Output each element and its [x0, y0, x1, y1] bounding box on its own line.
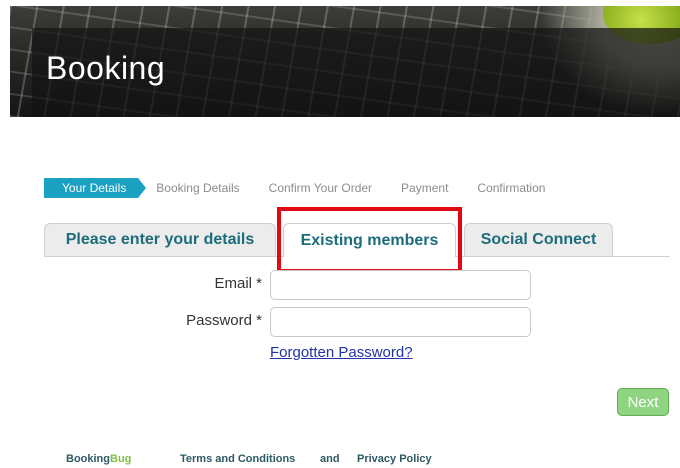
step-your-details: Your Details	[44, 178, 147, 198]
email-field[interactable]	[270, 270, 531, 300]
tab-enter-details[interactable]: Please enter your details	[44, 223, 276, 256]
step-confirmation: Confirmation	[477, 181, 546, 195]
email-label: Email *	[214, 275, 262, 292]
tab-social-connect[interactable]: Social Connect	[464, 223, 613, 256]
password-field[interactable]	[270, 307, 531, 337]
next-button[interactable]: Next	[617, 388, 669, 416]
page-title: Booking	[46, 50, 166, 86]
privacy-link[interactable]: Privacy Policy	[357, 453, 432, 465]
step-confirm-order: Confirm Your Order	[268, 181, 373, 195]
brand-part-2: Bug	[110, 453, 132, 465]
footer-and: and	[320, 453, 340, 465]
tab-existing-members[interactable]: Existing members	[283, 223, 456, 257]
progress-steps: Your Details Booking Details Confirm You…	[44, 178, 545, 198]
password-label: Password *	[186, 312, 262, 329]
footer-brand[interactable]: BookingBug	[66, 453, 131, 465]
forgot-password-link[interactable]: Forgotten Password?	[270, 344, 413, 361]
brand-part-1: Booking	[66, 453, 110, 465]
terms-link[interactable]: Terms and Conditions	[180, 453, 295, 465]
step-booking-details: Booking Details	[156, 181, 240, 195]
step-payment: Payment	[401, 181, 449, 195]
